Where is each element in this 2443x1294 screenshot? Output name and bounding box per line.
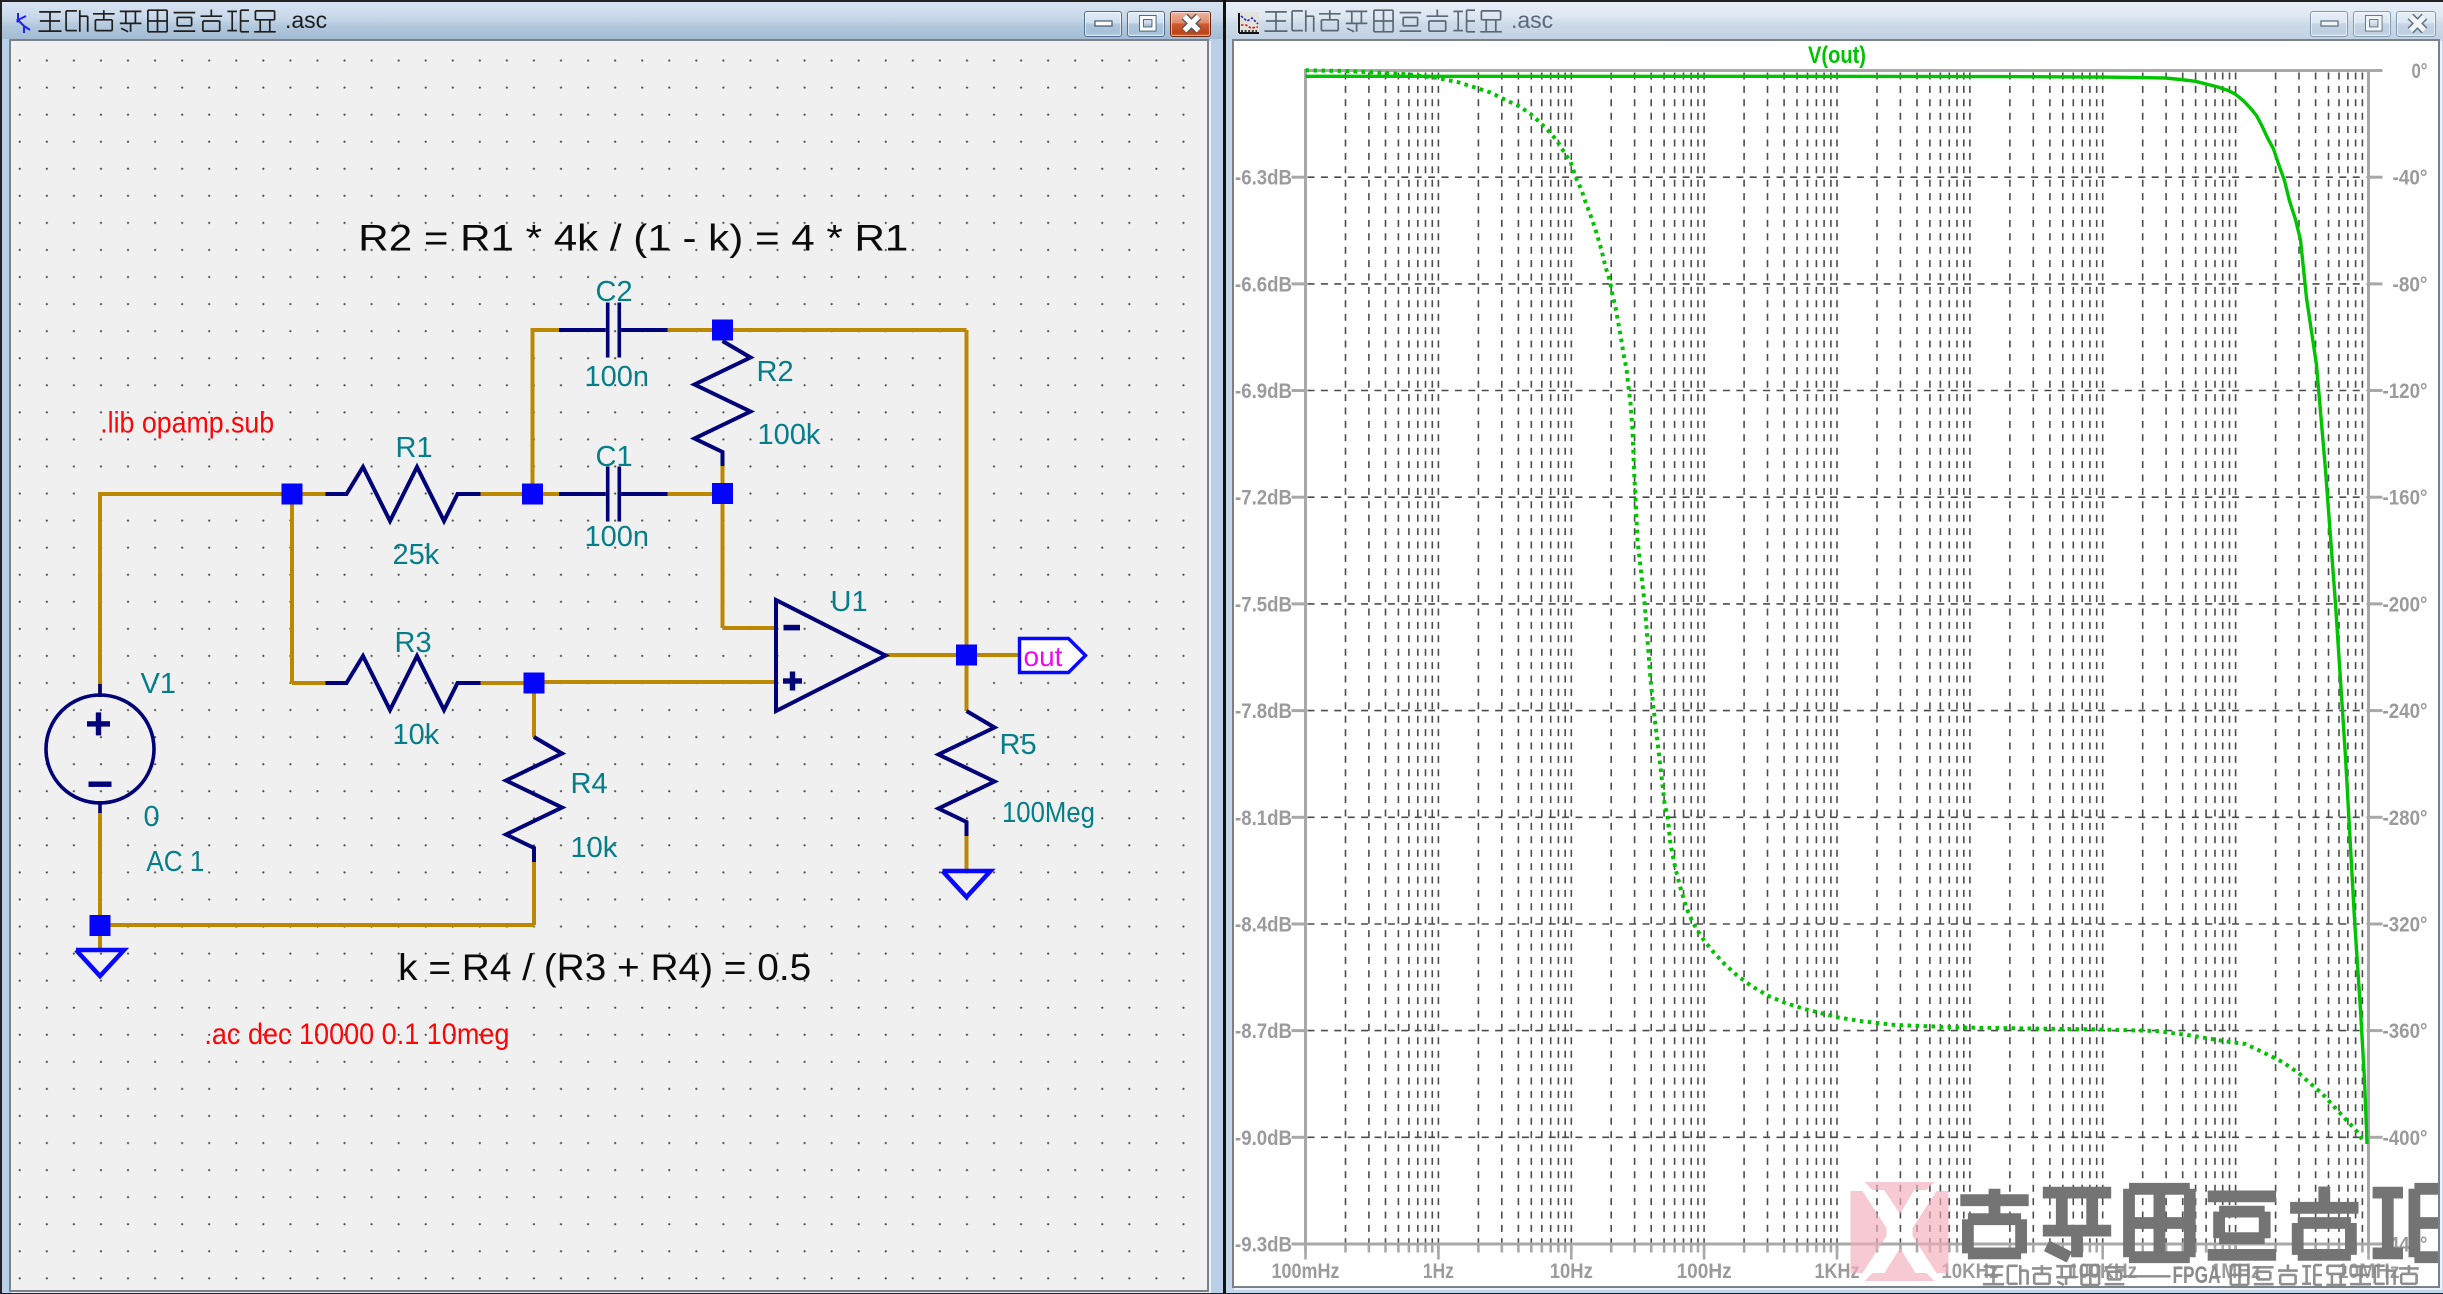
svg-text:-9.0dB: -9.0dB — [1235, 1127, 1292, 1150]
svg-text:out: out — [1023, 641, 1062, 672]
svg-text:0: 0 — [143, 801, 159, 833]
svg-text:-80°: -80° — [2392, 273, 2427, 296]
svg-text:R5: R5 — [999, 729, 1036, 761]
svg-text:-9.3dB: -9.3dB — [1235, 1234, 1292, 1257]
svg-text:-8.7dB: -8.7dB — [1235, 1020, 1292, 1043]
svg-text:——: —— — [2122, 1262, 2170, 1288]
svg-text:100Meg: 100Meg — [1002, 797, 1095, 829]
svg-text:V1: V1 — [140, 668, 175, 700]
svg-text:R2 = R1 * 4k / (1 - k) = 4 *: R2 = R1 * 4k / (1 - k) = 4 * R1 — [358, 217, 908, 258]
svg-text:k = R4 / (R3 + R4) = 0.5: k = R4 / (R3 + R4) = 0.5 — [398, 947, 811, 988]
svg-text:-160°: -160° — [2382, 487, 2427, 510]
svg-text:-8.1dB: -8.1dB — [1235, 807, 1292, 830]
svg-text:10KHz: 10KHz — [1941, 1260, 1998, 1283]
svg-text:R4: R4 — [570, 768, 607, 800]
svg-text:-6.3dB: -6.3dB — [1235, 167, 1292, 190]
svg-text:R2: R2 — [756, 356, 793, 388]
svg-text:100k: 100k — [757, 419, 820, 451]
svg-text:10Hz: 10Hz — [1549, 1260, 1592, 1283]
svg-text:25k: 25k — [392, 539, 439, 571]
svg-text:-7.5dB: -7.5dB — [1235, 593, 1292, 616]
svg-text:-280°: -280° — [2382, 807, 2427, 830]
svg-text:10k: 10k — [392, 719, 439, 751]
svg-text:-6.6dB: -6.6dB — [1235, 273, 1292, 296]
svg-text:0°: 0° — [2411, 60, 2427, 83]
svg-text:.ac dec 10000 0.1 10meg: .ac dec 10000 0.1 10meg — [204, 1018, 509, 1051]
svg-text:-120°: -120° — [2382, 380, 2427, 403]
svg-text:100n: 100n — [584, 361, 649, 393]
svg-text:-40°: -40° — [2392, 167, 2427, 190]
svg-text:R1: R1 — [395, 432, 432, 464]
svg-text:100n: 100n — [584, 521, 649, 553]
svg-text:U1: U1 — [830, 586, 867, 618]
svg-text:-200°: -200° — [2382, 593, 2427, 616]
svg-text:-6.9dB: -6.9dB — [1235, 380, 1292, 403]
svg-text:-360°: -360° — [2382, 1020, 2427, 1043]
svg-text:C2: C2 — [595, 276, 632, 308]
svg-text:V(out): V(out) — [1808, 42, 1866, 69]
svg-text:100mHz: 100mHz — [1271, 1260, 1339, 1283]
svg-text:10k: 10k — [570, 832, 617, 864]
svg-text:-7.2dB: -7.2dB — [1235, 487, 1292, 510]
svg-text:C1: C1 — [595, 441, 632, 473]
svg-text:R3: R3 — [394, 627, 431, 659]
svg-text:100Hz: 100Hz — [1676, 1260, 1731, 1283]
svg-text:.lib opamp.sub: .lib opamp.sub — [100, 407, 274, 440]
svg-text:-400°: -400° — [2382, 1127, 2427, 1150]
svg-text:FPGA: FPGA — [2172, 1262, 2220, 1288]
svg-text:AC 1: AC 1 — [146, 846, 204, 878]
svg-text:-8.4dB: -8.4dB — [1235, 914, 1292, 937]
svg-text:-240°: -240° — [2382, 700, 2427, 723]
svg-text:-320°: -320° — [2382, 914, 2427, 937]
svg-text:1Hz: 1Hz — [1422, 1260, 1453, 1283]
svg-text:-7.8dB: -7.8dB — [1235, 700, 1292, 723]
